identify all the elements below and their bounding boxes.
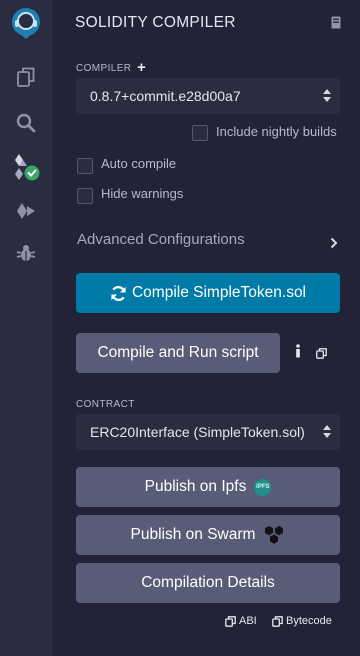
publish-swarm-button[interactable]: Publish on Swarm bbox=[76, 515, 340, 555]
bug-icon[interactable] bbox=[0, 232, 52, 274]
search-icon[interactable] bbox=[0, 102, 52, 144]
copy-icon bbox=[272, 615, 283, 627]
copy-bytecode-button[interactable]: Bytecode bbox=[272, 615, 332, 627]
include-nightly-checkbox[interactable] bbox=[192, 125, 208, 141]
ipfs-icon: IPFS bbox=[254, 478, 272, 496]
contract-select[interactable]: ERC20Interface (SimpleToken.sol) bbox=[76, 414, 340, 450]
include-nightly-label: Include nightly builds bbox=[216, 124, 337, 139]
compile-and-run-button[interactable]: Compile and Run script bbox=[76, 333, 280, 373]
compiler-version-select[interactable]: 0.8.7+commit.e28d00a7 bbox=[76, 78, 340, 114]
info-icon[interactable] bbox=[295, 344, 301, 363]
panel-title: SOLIDITY COMPILER bbox=[75, 14, 236, 31]
copy-abi-label: ABI bbox=[239, 615, 257, 627]
contract-label: CONTRACT bbox=[76, 399, 135, 410]
add-compiler-button[interactable]: + bbox=[137, 60, 146, 75]
deploy-run-icon[interactable] bbox=[0, 190, 52, 232]
compilation-details-label: Compilation Details bbox=[141, 574, 275, 591]
auto-compile-checkbox[interactable] bbox=[77, 158, 93, 174]
refresh-icon bbox=[111, 285, 126, 301]
swarm-icon bbox=[265, 526, 284, 544]
hide-warnings-label: Hide warnings bbox=[101, 186, 184, 201]
publish-swarm-label: Publish on Swarm bbox=[130, 526, 256, 543]
select-arrows-icon bbox=[323, 88, 331, 104]
files-icon[interactable] bbox=[0, 56, 52, 98]
copy-abi-button[interactable]: ABI bbox=[225, 615, 257, 627]
select-arrows-icon bbox=[323, 424, 331, 440]
advanced-configurations-toggle[interactable]: Advanced Configurations bbox=[77, 231, 245, 248]
copy-icon[interactable] bbox=[316, 346, 327, 364]
compile-button-label: Compile SimpleToken.sol bbox=[131, 284, 307, 301]
contract-select-value: ERC20Interface (SimpleToken.sol) bbox=[90, 424, 305, 440]
icon-rail bbox=[0, 0, 52, 656]
compiler-panel: SOLIDITY COMPILER COMPILER + 0.8.7+commi… bbox=[52, 0, 360, 656]
hide-warnings-checkbox[interactable] bbox=[77, 188, 93, 204]
copy-icon bbox=[225, 615, 236, 627]
remix-logo-icon[interactable] bbox=[0, 2, 52, 44]
compile-and-run-label: Compile and Run script bbox=[97, 344, 259, 361]
auto-compile-label: Auto compile bbox=[101, 156, 177, 171]
book-icon[interactable] bbox=[331, 16, 341, 34]
solidity-compiler-icon[interactable] bbox=[0, 146, 52, 188]
publish-ipfs-button[interactable]: Publish on Ipfs IPFS bbox=[76, 467, 340, 507]
compilation-details-button[interactable]: Compilation Details bbox=[76, 563, 340, 603]
compiler-label: COMPILER bbox=[76, 63, 132, 74]
chevron-right-icon[interactable] bbox=[330, 236, 338, 254]
copy-bytecode-label: Bytecode bbox=[286, 615, 332, 627]
publish-ipfs-label: Publish on Ipfs bbox=[144, 478, 247, 495]
compiler-version-value: 0.8.7+commit.e28d00a7 bbox=[90, 88, 241, 104]
compile-button[interactable]: Compile SimpleToken.sol bbox=[76, 273, 340, 313]
